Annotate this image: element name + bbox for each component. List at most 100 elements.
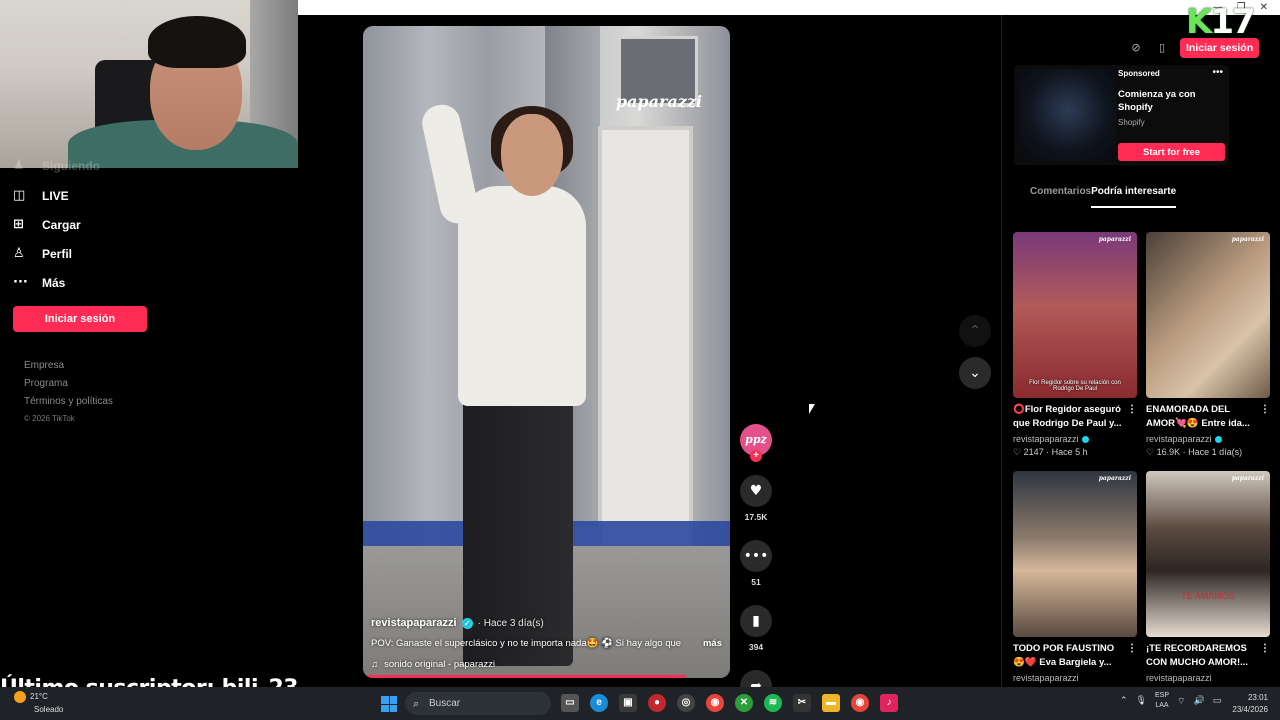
mouse-cursor bbox=[809, 404, 815, 414]
suggested-card[interactable]: paparazzi TODO POR FAUSTINO 😍❤️ Eva Barg… bbox=[1013, 471, 1137, 683]
tiktok-icon[interactable]: ♪ bbox=[880, 694, 898, 712]
volume-icon[interactable]: 🔊 bbox=[1193, 696, 1204, 706]
card-author[interactable]: revistapaparazzi bbox=[1013, 434, 1079, 444]
folder-icon[interactable]: ▬ bbox=[822, 694, 840, 712]
card-author-row: revistapaparazzi bbox=[1013, 434, 1137, 444]
suggested-card[interactable]: paparazzi TE AMAMOS ¡TE RECORDAREMOS CON… bbox=[1146, 471, 1270, 683]
search-placeholder: Buscar bbox=[429, 698, 461, 709]
live-icon: ◫ bbox=[13, 188, 26, 203]
footer-link-terminos[interactable]: Términos y políticas bbox=[24, 396, 113, 414]
card-title: ¡TE RECORDAREMOS CON MUCHO AMOR!... bbox=[1146, 643, 1249, 668]
upload-icon: ⊞ bbox=[13, 217, 24, 232]
follow-plus-icon[interactable]: + bbox=[750, 450, 762, 462]
chrome-icon-2[interactable]: ◉ bbox=[851, 694, 869, 712]
nav-item-perfil[interactable]: ♙ Perfil bbox=[13, 239, 153, 268]
sponsored-ad[interactable]: Sponsored ••• Comienza ya con Shopify Sh… bbox=[1014, 65, 1229, 165]
coin-icon[interactable]: ⊘ bbox=[1128, 40, 1144, 56]
ad-cta-button[interactable]: Start for free bbox=[1118, 143, 1225, 161]
tab-podria-interesarte[interactable]: Podría interesarte bbox=[1091, 186, 1177, 208]
card-thumbnail[interactable]: paparazzi bbox=[1146, 232, 1270, 398]
battery-icon[interactable]: ▭ bbox=[1213, 696, 1222, 706]
card-title-row: TODO POR FAUSTINO 😍❤️ Eva Bargiela y... … bbox=[1013, 642, 1137, 670]
verified-icon: ✓ bbox=[461, 617, 473, 629]
card-overlay-text: Flor Regidor sobre su relación con Rodri… bbox=[1029, 380, 1121, 392]
taskbar-search[interactable]: ⌕ Buscar bbox=[405, 692, 551, 715]
card-more-icon[interactable]: ⋮ bbox=[1127, 403, 1137, 417]
tab-comentarios[interactable]: Comentarios bbox=[1030, 186, 1091, 208]
obs-icon[interactable]: ◎ bbox=[677, 694, 695, 712]
avatar-text: ppz bbox=[745, 433, 767, 446]
card-thumbnail[interactable]: paparazzi TE AMAMOS bbox=[1146, 471, 1270, 637]
nav-item-live[interactable]: ◫ LIVE bbox=[13, 181, 153, 210]
device-icon[interactable]: ▯ bbox=[1154, 40, 1170, 56]
nav-item-label: LIVE bbox=[42, 188, 69, 203]
previous-video-button[interactable]: ⌃ bbox=[959, 315, 991, 347]
card-meta: ♡ 2147 · Hace 5 h bbox=[1013, 447, 1088, 457]
chevron-down-icon: ⌄ bbox=[969, 365, 981, 381]
suggested-card[interactable]: paparazzi Flor Regidor sobre su relación… bbox=[1013, 232, 1137, 458]
card-more-icon[interactable]: ⋮ bbox=[1127, 642, 1137, 656]
card-author-row: revistapaparazzi bbox=[1013, 673, 1137, 683]
edge-icon[interactable]: e bbox=[590, 694, 608, 712]
lang-bottom: LAA bbox=[1155, 702, 1169, 709]
close-icon[interactable]: ✕ bbox=[1260, 2, 1268, 13]
video-author[interactable]: revistapaparazzi bbox=[371, 617, 457, 629]
video-person-sweater bbox=[458, 186, 586, 406]
video-description-row: POV: Ganaste el superclásico y no te imp… bbox=[371, 638, 722, 649]
xbox-icon[interactable]: ✕ bbox=[735, 694, 753, 712]
weather-temp: 21°C bbox=[30, 692, 48, 702]
card-more-icon[interactable]: ⋮ bbox=[1260, 403, 1270, 417]
ad-more-icon[interactable]: ••• bbox=[1212, 67, 1223, 78]
nav-item-mas[interactable]: ··· Más bbox=[13, 268, 153, 297]
obs-app-icon[interactable]: ▣ bbox=[619, 694, 637, 712]
card-title: TODO POR FAUSTINO 😍❤️ Eva Bargiela y... bbox=[1013, 643, 1115, 668]
search-icon: ⌕ bbox=[413, 697, 420, 710]
wifi-icon[interactable]: ⌔ bbox=[1177, 696, 1185, 707]
suggested-card[interactable]: paparazzi ENAMORADA DEL AMOR💘😍 Entre ida… bbox=[1146, 232, 1270, 458]
more-link[interactable]: más bbox=[703, 638, 722, 649]
card-author[interactable]: revistapaparazzi bbox=[1146, 434, 1212, 444]
video-progress-bar[interactable] bbox=[363, 675, 686, 678]
nav-item-label: Siguiendo bbox=[42, 158, 100, 173]
tray-chevron-icon[interactable]: ⌃ bbox=[1120, 696, 1128, 706]
card-author[interactable]: revistapaparazzi bbox=[1146, 673, 1212, 683]
comment-button[interactable]: ••• bbox=[740, 540, 772, 572]
chevron-up-icon: ⌃ bbox=[969, 323, 981, 339]
task-view-icon[interactable]: ▭ bbox=[561, 694, 579, 712]
nav-item-cargar[interactable]: ⊞ Cargar bbox=[13, 210, 153, 239]
card-title: ENAMORADA DEL AMOR💘😍 Entre ida... bbox=[1146, 404, 1250, 429]
video-ago: · Hace 3 día(s) bbox=[477, 617, 544, 629]
card-thumbnail[interactable]: paparazzi Flor Regidor sobre su relación… bbox=[1013, 232, 1137, 398]
webcam-person-hair bbox=[148, 16, 246, 68]
windows-start-icon[interactable] bbox=[381, 696, 397, 712]
heart-outline-icon: ♡ bbox=[1146, 447, 1155, 457]
next-video-button[interactable]: ⌄ bbox=[959, 357, 991, 389]
app-red-icon[interactable]: ● bbox=[648, 694, 666, 712]
footer-link-programa[interactable]: Programa bbox=[24, 378, 113, 396]
profile-icon: ♙ bbox=[13, 246, 25, 261]
author-avatar[interactable]: ppz + bbox=[740, 424, 772, 462]
like-button[interactable]: ♥ bbox=[740, 475, 772, 507]
video-music-row[interactable]: ♫ sonido original - paparazzi bbox=[371, 659, 722, 670]
login-button[interactable]: Iniciar sesión bbox=[13, 306, 147, 332]
footer-link-empresa[interactable]: Empresa bbox=[24, 360, 113, 378]
capcut-icon[interactable]: ✂ bbox=[793, 694, 811, 712]
heart-outline-icon: ♡ bbox=[1013, 447, 1022, 457]
ad-thumbnail[interactable] bbox=[1020, 69, 1116, 161]
chrome-icon[interactable]: ◉ bbox=[706, 694, 724, 712]
nav-item-siguiendo[interactable]: ♟ Siguiendo bbox=[13, 150, 153, 181]
card-thumbnail[interactable]: paparazzi bbox=[1013, 471, 1137, 637]
card-ago: Hace 1 día(s) bbox=[1188, 447, 1243, 457]
spotify-icon[interactable]: ≋ bbox=[764, 694, 782, 712]
save-button[interactable]: ▮ bbox=[740, 605, 772, 637]
video-player[interactable]: paparazzi revistapaparazzi ✓ · Hace 3 dí… bbox=[363, 26, 730, 678]
video-description: POV: Ganaste el superclásico y no te imp… bbox=[371, 638, 682, 649]
language-indicator[interactable]: ESP LAA bbox=[1155, 691, 1169, 711]
weather-widget[interactable]: 21°C Soleado bbox=[14, 691, 63, 714]
comment-icon: ••• bbox=[743, 548, 769, 564]
taskbar-clock[interactable]: 23:01 23/4/2026 bbox=[1232, 692, 1268, 716]
microphone-icon[interactable]: 🎙 bbox=[1136, 696, 1147, 706]
card-author[interactable]: revistapaparazzi bbox=[1013, 673, 1079, 683]
card-more-icon[interactable]: ⋮ bbox=[1260, 642, 1270, 656]
ad-title: Comienza ya con Shopify bbox=[1118, 89, 1196, 113]
